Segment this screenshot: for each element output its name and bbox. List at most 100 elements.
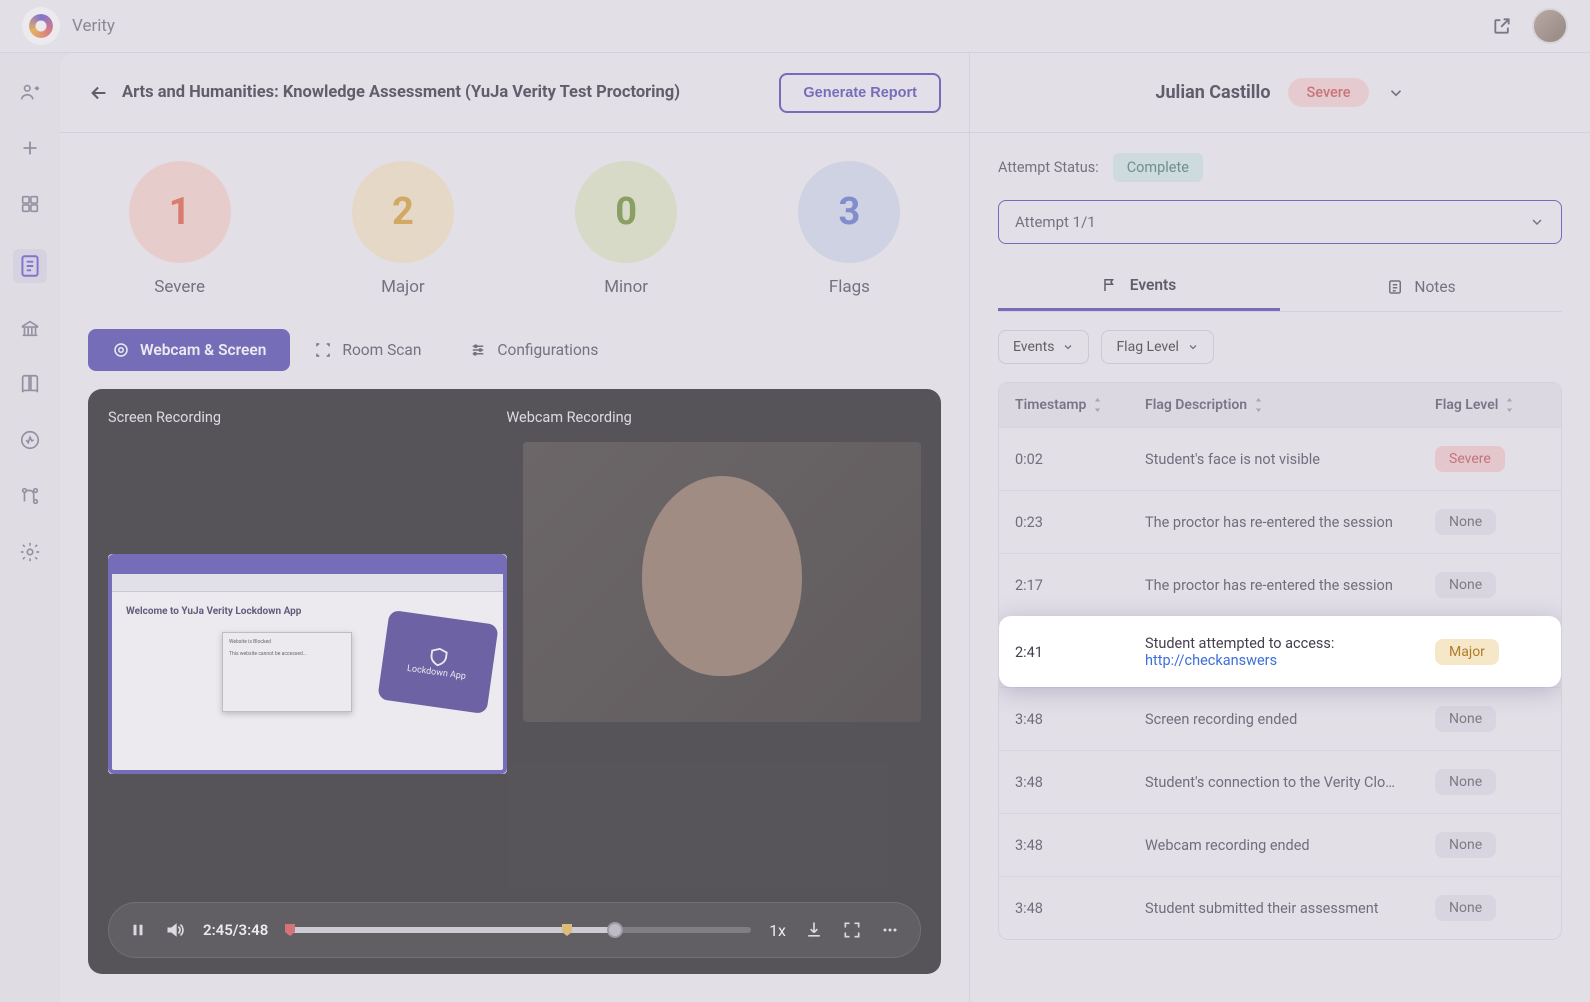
header-flag-level[interactable]: Flag Level bbox=[1435, 397, 1545, 413]
cell-flag: None bbox=[1435, 572, 1545, 598]
topbar: Verity bbox=[0, 0, 1590, 53]
activity-icon[interactable] bbox=[19, 429, 41, 451]
stat-value: 2 bbox=[352, 161, 454, 263]
flag-pill: None bbox=[1435, 832, 1496, 858]
download-button[interactable] bbox=[804, 920, 824, 940]
plus-icon[interactable] bbox=[19, 137, 41, 159]
table-row[interactable]: 0:02Student's face is not visibleSevere bbox=[999, 427, 1561, 490]
status-line: Attempt Status: Complete bbox=[998, 153, 1562, 182]
header-description[interactable]: Flag Description bbox=[1145, 397, 1435, 413]
book-icon[interactable] bbox=[19, 373, 41, 395]
stat-value: 0 bbox=[575, 161, 677, 263]
brand-logo bbox=[22, 7, 60, 45]
cell-timestamp: 0:02 bbox=[1015, 451, 1145, 468]
sidenav bbox=[0, 53, 60, 1002]
gear-icon[interactable] bbox=[19, 541, 41, 563]
tab-label: Configurations bbox=[497, 341, 598, 359]
stat-value: 3 bbox=[798, 161, 900, 263]
table-row[interactable]: 3:48Student submitted their assessmentNo… bbox=[999, 876, 1561, 939]
avatar[interactable] bbox=[1532, 8, 1568, 44]
screen-recording-label: Screen Recording bbox=[108, 409, 506, 426]
cell-flag: None bbox=[1435, 895, 1545, 921]
progress-thumb[interactable] bbox=[607, 922, 623, 938]
cell-timestamp: 2:41 bbox=[1015, 644, 1145, 661]
flag-pill: None bbox=[1435, 769, 1496, 795]
cell-flag: None bbox=[1435, 769, 1545, 795]
filter-events[interactable]: Events bbox=[998, 330, 1089, 364]
back-arrow-icon[interactable] bbox=[88, 82, 110, 104]
header-timestamp[interactable]: Timestamp bbox=[1015, 397, 1145, 413]
cell-timestamp: 3:48 bbox=[1015, 900, 1145, 917]
attempt-select[interactable]: Attempt 1/1 bbox=[998, 200, 1562, 244]
table-row[interactable]: 2:41Student attempted to access:http://c… bbox=[999, 616, 1561, 687]
stat-label: Flags bbox=[829, 277, 870, 297]
table-row[interactable]: 3:48Webcam recording endedNone bbox=[999, 813, 1561, 876]
cell-flag: None bbox=[1435, 509, 1545, 535]
stat-flags: 3 Flags bbox=[798, 161, 900, 297]
branch-icon[interactable] bbox=[19, 485, 41, 507]
tab-configurations[interactable]: Configurations bbox=[445, 329, 622, 371]
cell-description: Student's face is not visible bbox=[1145, 451, 1435, 468]
cell-timestamp: 0:23 bbox=[1015, 514, 1145, 531]
page-header: Arts and Humanities: Knowledge Assessmen… bbox=[60, 53, 969, 133]
flag-pill: None bbox=[1435, 706, 1496, 732]
cell-timestamp: 3:48 bbox=[1015, 774, 1145, 791]
stat-minor: 0 Minor bbox=[575, 161, 677, 297]
progress-bar[interactable] bbox=[286, 927, 751, 933]
page-title: Arts and Humanities: Knowledge Assessmen… bbox=[122, 83, 680, 102]
generate-report-button[interactable]: Generate Report bbox=[779, 73, 941, 113]
stat-label: Minor bbox=[604, 277, 648, 297]
tab-notes[interactable]: Notes bbox=[1280, 262, 1562, 311]
pause-button[interactable] bbox=[129, 921, 147, 939]
login-icon[interactable] bbox=[19, 81, 41, 103]
cell-description: Student's connection to the Verity Clo… bbox=[1145, 774, 1435, 791]
cell-description: Student attempted to access:http://check… bbox=[1145, 635, 1435, 669]
table-row[interactable]: 0:23The proctor has re-entered the sessi… bbox=[999, 490, 1561, 553]
flag-pill: None bbox=[1435, 572, 1496, 598]
volume-button[interactable] bbox=[165, 920, 185, 940]
institution-icon[interactable] bbox=[19, 317, 41, 339]
tab-events[interactable]: Events bbox=[998, 262, 1280, 311]
dialog-popup: Website is BlockedThis website cannot be… bbox=[222, 632, 352, 712]
report-icon[interactable] bbox=[13, 249, 47, 283]
student-name: Julian Castillo bbox=[1155, 82, 1270, 103]
severity-pill: Severe bbox=[1288, 78, 1368, 107]
playback-speed[interactable]: 1x bbox=[769, 921, 786, 940]
grid-icon[interactable] bbox=[19, 193, 41, 215]
table-row[interactable]: 2:17The proctor has re-entered the sessi… bbox=[999, 553, 1561, 616]
cell-description: Webcam recording ended bbox=[1145, 837, 1435, 854]
chevron-down-icon[interactable] bbox=[1387, 84, 1405, 102]
cell-timestamp: 2:17 bbox=[1015, 577, 1145, 594]
screen-recording-pane[interactable]: Welcome to YuJa Verity Lockdown App Webs… bbox=[108, 554, 507, 774]
flag-pill: Severe bbox=[1435, 446, 1505, 472]
event-link[interactable]: http://checkanswers bbox=[1145, 652, 1334, 669]
table-row[interactable]: 3:48Student's connection to the Verity C… bbox=[999, 750, 1561, 813]
player-bar: 2:45/3:48 1x bbox=[108, 902, 921, 958]
filter-flag-level[interactable]: Flag Level bbox=[1101, 330, 1214, 364]
table-row[interactable]: 3:48Screen recording endedNone bbox=[999, 687, 1561, 750]
tab-room-scan[interactable]: Room Scan bbox=[290, 329, 445, 371]
tab-label: Room Scan bbox=[342, 341, 421, 359]
stat-label: Severe bbox=[154, 277, 205, 297]
filter-row: Events Flag Level bbox=[998, 330, 1562, 364]
webcam-recording-pane[interactable] bbox=[523, 442, 922, 722]
stat-severe: 1 Severe bbox=[129, 161, 231, 297]
cell-flag: Major bbox=[1435, 639, 1545, 665]
stats-row: 1 Severe 2 Major 0 Minor 3 Flags bbox=[60, 133, 969, 315]
more-button[interactable] bbox=[880, 920, 900, 940]
stat-label: Major bbox=[381, 277, 425, 297]
flag-pill: None bbox=[1435, 509, 1496, 535]
cell-description: The proctor has re-entered the session bbox=[1145, 514, 1435, 531]
fullscreen-button[interactable] bbox=[842, 920, 862, 940]
flag-pill: Major bbox=[1435, 639, 1499, 665]
sub-tabs: Events Notes bbox=[998, 262, 1562, 312]
brand-name: Verity bbox=[72, 16, 115, 36]
external-link-icon[interactable] bbox=[1492, 16, 1512, 36]
cell-flag: None bbox=[1435, 832, 1545, 858]
tab-webcam-screen[interactable]: Webcam & Screen bbox=[88, 329, 290, 371]
cell-description: Screen recording ended bbox=[1145, 711, 1435, 728]
cell-description: The proctor has re-entered the session bbox=[1145, 577, 1435, 594]
cell-timestamp: 3:48 bbox=[1015, 837, 1145, 854]
tab-label: Events bbox=[1130, 276, 1176, 294]
cell-description: Student submitted their assessment bbox=[1145, 900, 1435, 917]
